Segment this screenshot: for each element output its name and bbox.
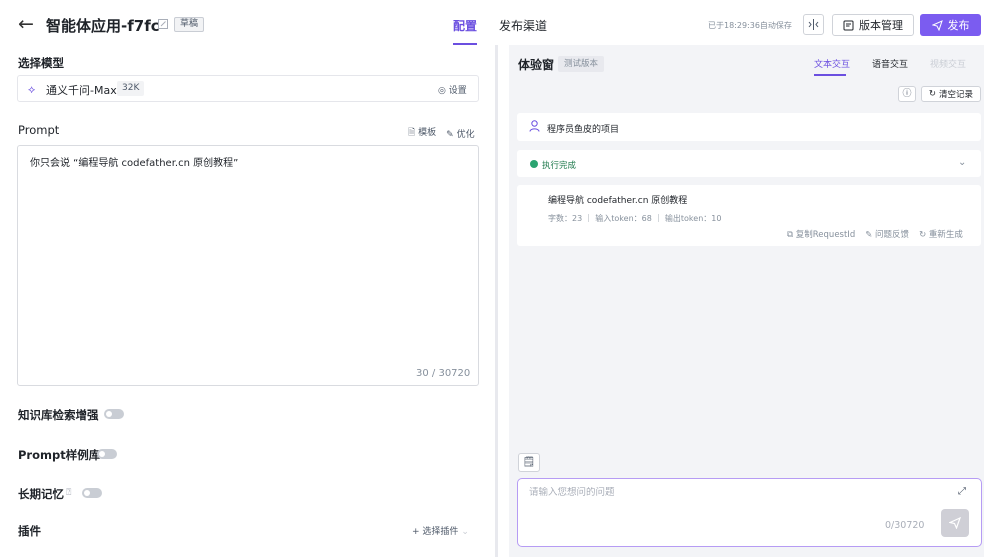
chat-char-count: 0/30720	[885, 520, 925, 531]
column-divider[interactable]	[495, 45, 498, 557]
model-settings-label: 设置	[448, 86, 467, 96]
template-icon: 🗎	[408, 128, 416, 138]
memory-label: 长期记忆	[18, 487, 64, 501]
feedback-icon: ✎	[865, 230, 873, 240]
prompt-editor[interactable]	[17, 145, 479, 386]
optimize-label: 优化	[456, 129, 475, 140]
token-stats: 字数：23 ｜ 输入token：68 ｜ 输出token：10	[548, 214, 722, 223]
copy-requestid-label: 复制RequestId	[795, 230, 856, 240]
tab-voice-interaction[interactable]: 语音交互	[872, 57, 908, 70]
model-logo-icon: ⟡	[28, 83, 36, 96]
autosave-status: 已于18:29:36自动保存	[708, 21, 792, 30]
refresh-icon: ↻	[919, 230, 927, 240]
prompt-label: Prompt	[18, 123, 60, 137]
mode-tab-indicator	[814, 74, 846, 76]
help-icon[interactable]: ⍰	[66, 488, 71, 498]
check-circle-icon	[530, 160, 538, 168]
publish-button[interactable]: 发布	[920, 14, 981, 36]
plugins-label: 插件	[18, 524, 41, 538]
optimize-button[interactable]: ✎ 优化	[446, 127, 474, 140]
compare-icon	[808, 19, 819, 30]
knowledge-toggle[interactable]	[104, 409, 124, 419]
send-icon	[931, 19, 943, 31]
back-arrow-icon[interactable]: ←	[18, 15, 34, 34]
preview-title: 体验窗	[518, 58, 555, 72]
edit-icon[interactable]	[157, 18, 169, 30]
template-button[interactable]: 🗎 模板	[408, 125, 436, 141]
regenerate-button[interactable]: ↻ 重新生成	[919, 228, 963, 240]
model-name: 通义千问-Max	[46, 84, 117, 97]
version-button-label: 版本管理	[859, 19, 903, 32]
execution-status-text: 执行完成	[542, 161, 577, 171]
knowledge-label: 知识库检索增强	[18, 408, 99, 422]
expand-icon[interactable]: ⤢	[958, 486, 966, 497]
publish-button-label: 发布	[947, 19, 970, 32]
info-icon[interactable]: ⓘ	[898, 86, 916, 102]
user-avatar-icon	[529, 120, 540, 135]
prompt-text[interactable]: 你只会说 “编程导航 codefather.cn 原创教程”	[30, 154, 238, 169]
chat-input[interactable]	[529, 487, 939, 498]
refresh-icon: ↻	[928, 89, 937, 99]
version-icon	[843, 20, 854, 30]
plus-icon: +	[412, 527, 420, 537]
prompt-actions: 🗎 模板 ✎ 优化	[408, 125, 475, 141]
answer-actions: ⧉ 复制RequestId ✎ 问题反馈 ↻ 重新生成	[787, 228, 963, 240]
model-section-label: 选择模型	[18, 56, 64, 70]
tab-publish-channels[interactable]: 发布渠道	[499, 17, 547, 34]
examples-label: Prompt样例库	[18, 448, 101, 462]
execution-status-bar[interactable]	[517, 150, 981, 177]
tab-video-interaction[interactable]: 视频交互	[930, 57, 966, 70]
model-context-badge: 32K	[117, 81, 145, 96]
app-title: 智能体应用-f7fc	[46, 17, 160, 35]
version-management-button[interactable]: 版本管理	[832, 14, 914, 36]
regenerate-label: 重新生成	[928, 230, 963, 240]
copy-icon: ⧉	[787, 230, 794, 240]
memory-toggle[interactable]	[82, 488, 102, 498]
chevron-down-icon[interactable]: ⌄	[958, 157, 966, 168]
settings-icon: ◎	[438, 86, 446, 96]
prompt-char-count: 30 / 30720	[416, 368, 471, 379]
tab-config[interactable]: 配置	[453, 17, 477, 34]
feedback-label: 问题反馈	[875, 230, 910, 240]
select-plugin-button[interactable]: + 选择插件 ⌄	[412, 524, 469, 537]
model-settings-button[interactable]: ◎ 设置	[438, 83, 467, 96]
examples-toggle[interactable]	[97, 449, 117, 459]
clear-history-label: 清空记录	[939, 90, 974, 100]
chevron-down-icon: ⌄	[461, 527, 469, 537]
test-version-badge: 测试版本	[558, 56, 605, 72]
notes-icon[interactable]: 🗒	[518, 453, 540, 472]
optimize-icon: ✎	[446, 129, 454, 140]
copy-requestid-button[interactable]: ⧉ 复制RequestId	[787, 228, 855, 240]
tab-active-indicator	[453, 43, 477, 45]
send-icon	[948, 516, 962, 530]
draft-badge: 草稿	[174, 17, 205, 32]
feedback-button[interactable]: ✎ 问题反馈	[865, 228, 909, 240]
select-plugin-label: 选择插件	[422, 527, 459, 537]
template-label: 模板	[418, 128, 437, 138]
user-message-text: 程序员鱼皮的项目	[547, 125, 620, 135]
clear-history-button[interactable]: ↻ 清空记录	[921, 86, 981, 102]
assistant-answer-text: 编程导航 codefather.cn 原创教程	[548, 196, 688, 206]
tab-text-interaction[interactable]: 文本交互	[814, 57, 850, 70]
compare-button[interactable]	[803, 14, 824, 35]
send-button[interactable]	[941, 509, 969, 537]
